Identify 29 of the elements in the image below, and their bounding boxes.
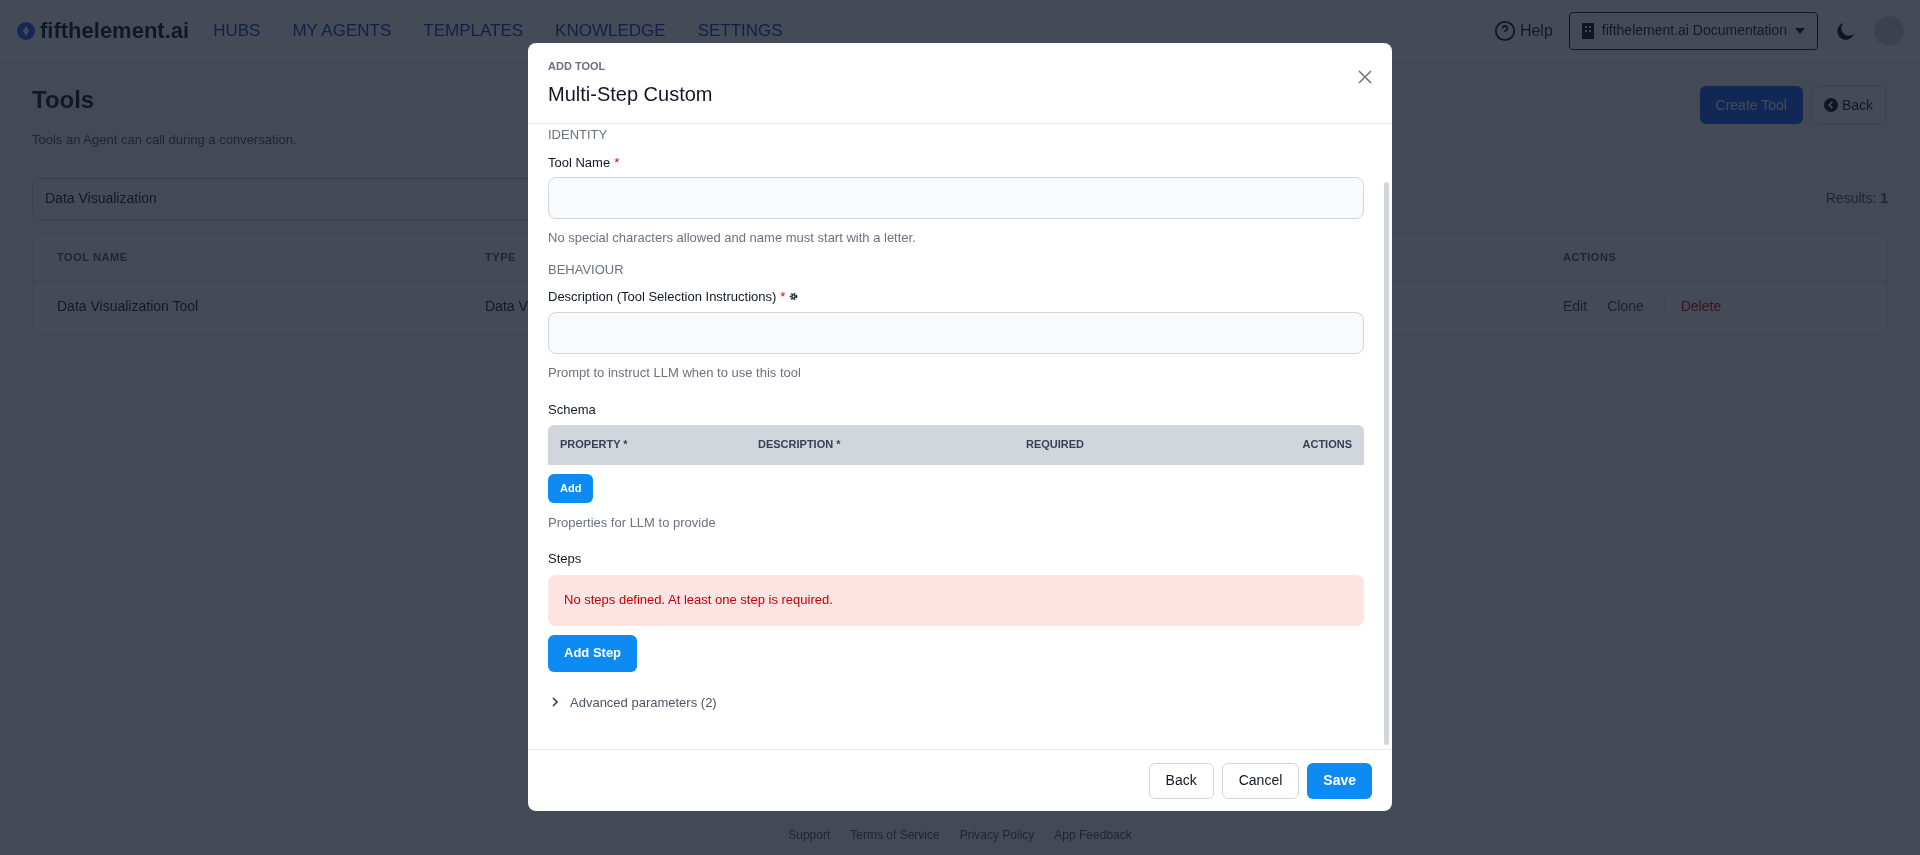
section-heading: IDENTITY [548,126,609,144]
error-alert: No steps defined. At least one step is required. [548,574,1364,626]
field-hint: No special characters allowed and name must start with a letter. [548,229,917,247]
text-field[interactable] [548,177,1364,219]
column-header: DESCRIPTION * [758,438,841,451]
dialog-button[interactable]: Cancel [1221,762,1300,799]
field-hint: Properties for LLM to provide [548,513,717,532]
advanced-parameters-toggle[interactable]: Advanced parameters (2) [552,692,717,712]
dialog-button[interactable]: Save [1307,762,1372,799]
field-label: Description (Tool Selection Instructions) [548,288,777,306]
steps-label: Steps [548,550,583,568]
add-property-button[interactable]: Add [548,473,594,503]
settings-icon[interactable] [789,292,799,302]
column-header: REQUIRED [1025,438,1085,451]
field-hint: Prompt to instruct LLM when to use this tool [548,363,802,382]
column-header: ACTIONS [1302,438,1352,451]
scrollbar[interactable] [1384,182,1389,745]
schema-label: Schema [548,401,597,419]
required-asterisk: * [780,288,786,306]
required-asterisk: * [614,153,620,172]
section-heading: BEHAVIOUR [548,260,625,279]
close-icon[interactable] [1358,70,1372,84]
add-step-button[interactable]: Add Step [548,634,638,672]
field-label: Tool Name [548,153,611,172]
dialog-eyebrow: ADD TOOL [548,59,607,74]
dialog-title: Multi-Step Custom [548,81,713,107]
column-header: PROPERTY * [560,438,628,451]
text-field[interactable] [548,311,1364,354]
dialog-button[interactable]: Back [1148,762,1214,799]
